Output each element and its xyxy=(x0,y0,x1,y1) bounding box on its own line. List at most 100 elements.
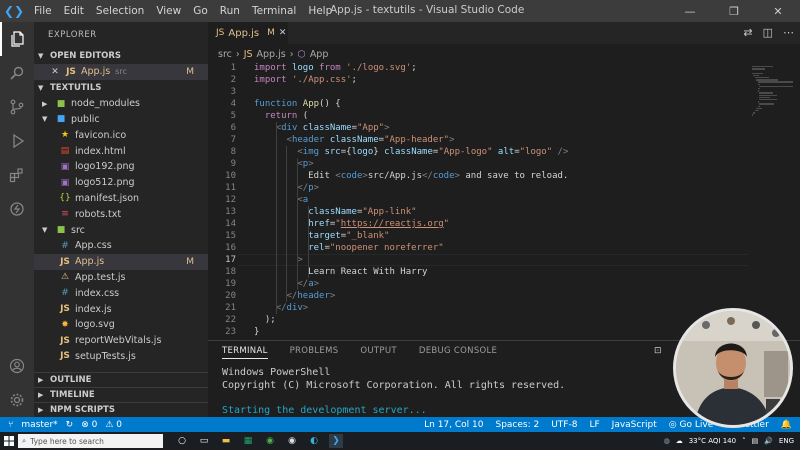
file-item[interactable]: ▣ logo512.png xyxy=(34,175,208,191)
file-explorer-icon[interactable]: ▬ xyxy=(219,434,233,448)
file-item[interactable]: ★ favicon.ico xyxy=(34,127,208,143)
volume-icon[interactable]: 🔊 xyxy=(764,437,773,445)
menu-terminal[interactable]: Terminal xyxy=(246,5,302,17)
timeline-section[interactable]: ▶ TIMELINE xyxy=(34,387,208,402)
account-icon[interactable] xyxy=(0,349,34,383)
code-line[interactable]: Edit <code>src/App.js</code> and save to… xyxy=(254,171,568,181)
indentation[interactable]: Spaces: 2 xyxy=(495,420,539,430)
tab-output[interactable]: OUTPUT xyxy=(360,346,396,358)
windows-start-icon[interactable] xyxy=(0,432,18,450)
breadcrumb-folder[interactable]: src xyxy=(218,49,232,60)
run-debug-icon[interactable] xyxy=(0,124,34,158)
minimap[interactable] xyxy=(748,62,800,338)
vscode-taskbar-icon[interactable]: ❯ xyxy=(329,434,343,448)
terminal-dropdown-icon[interactable]: ⊡ xyxy=(654,346,662,356)
file-item[interactable]: JS setupTests.js xyxy=(34,349,208,365)
file-item[interactable]: JS reportWebVitals.js xyxy=(34,333,208,349)
open-editor-item[interactable]: ✕ JS App.js src M xyxy=(34,64,208,80)
maximize-button[interactable]: ❐ xyxy=(712,0,756,22)
outline-section[interactable]: ▶ OUTLINE xyxy=(34,372,208,387)
code-line[interactable]: <div className="App"> xyxy=(254,123,390,133)
errors-count[interactable]: ⊗ 0 xyxy=(81,420,97,430)
code-line[interactable]: ); xyxy=(254,315,276,325)
tab-terminal[interactable]: TERMINAL xyxy=(222,346,268,359)
extensions-icon[interactable] xyxy=(0,158,34,192)
tray-chevron-icon[interactable]: ˄ xyxy=(742,437,746,445)
input-language[interactable]: ENG xyxy=(779,437,794,445)
menu-selection[interactable]: Selection xyxy=(90,5,150,17)
file-item[interactable]: {} manifest.json xyxy=(34,191,208,207)
menu-view[interactable]: View xyxy=(150,5,187,17)
tab-problems[interactable]: PROBLEMS xyxy=(290,346,339,358)
tab-app-js[interactable]: JS App.js M ✕ xyxy=(208,22,288,44)
file-item[interactable]: ✸ logo.svg xyxy=(34,317,208,333)
project-section[interactable]: ▼ TEXTUTILS xyxy=(34,80,208,96)
code-line[interactable]: </header> xyxy=(254,291,336,301)
file-item[interactable]: JS App.js M xyxy=(34,253,208,270)
code-line[interactable]: Learn React With Harry xyxy=(254,267,427,277)
file-item[interactable]: ⚠ App.test.js xyxy=(34,270,208,286)
menu-run[interactable]: Run xyxy=(214,5,246,17)
code-line[interactable]: href="https://reactjs.org" xyxy=(254,219,449,229)
close-icon[interactable]: ✕ xyxy=(48,67,62,77)
steam-icon[interactable]: ◍ xyxy=(664,437,670,445)
code-line[interactable]: target="_blank" xyxy=(254,231,389,241)
end-of-line[interactable]: LF xyxy=(589,420,599,430)
file-item[interactable]: JS index.js xyxy=(34,301,208,317)
tab-close-icon[interactable]: ✕ xyxy=(279,28,287,38)
code-line[interactable]: > xyxy=(254,255,302,265)
folder-item[interactable]: ▼ ■ public xyxy=(34,112,208,128)
code-editor[interactable]: 1 import logo from './logo.svg'; 2 import '… xyxy=(208,62,748,338)
code-line[interactable]: <p> xyxy=(254,159,313,169)
encoding[interactable]: UTF-8 xyxy=(551,420,577,430)
git-branch[interactable]: master* xyxy=(21,420,57,430)
code-line[interactable]: <a xyxy=(254,195,308,205)
minimize-button[interactable]: — xyxy=(668,0,712,22)
code-line[interactable]: function App() { xyxy=(254,99,341,109)
cursor-position[interactable]: Ln 17, Col 10 xyxy=(424,420,483,430)
breadcrumb-symbol[interactable]: App xyxy=(310,49,329,60)
file-item[interactable]: ≡ robots.txt xyxy=(34,206,208,222)
taskbar-search-input[interactable]: ⌕ Type here to search xyxy=(18,434,163,448)
code-line[interactable]: className="App-link" xyxy=(254,207,416,217)
menu-edit[interactable]: Edit xyxy=(58,5,90,17)
npm-scripts-section[interactable]: ▶ NPM SCRIPTS xyxy=(34,402,208,417)
folder-item[interactable]: ▼ ■ src xyxy=(34,222,208,238)
more-actions-icon[interactable]: ⋯ xyxy=(783,26,794,39)
notifications-bell-icon[interactable]: 🔔 xyxy=(781,420,792,430)
source-control-icon[interactable] xyxy=(0,90,34,124)
code-line[interactable]: import logo from './logo.svg'; xyxy=(254,63,417,73)
code-line[interactable]: return ( xyxy=(254,111,308,121)
chrome-profile-icon[interactable]: ◉ xyxy=(285,434,299,448)
file-item[interactable]: # index.css xyxy=(34,285,208,301)
task-view-windows-icon[interactable]: ▭ xyxy=(197,434,211,448)
tab-debug-console[interactable]: DEBUG CONSOLE xyxy=(419,346,497,358)
excel-icon[interactable]: ▦ xyxy=(241,434,255,448)
menu-go[interactable]: Go xyxy=(187,5,214,17)
menu-file[interactable]: File xyxy=(28,5,58,17)
task-view-icon[interactable]: ○ xyxy=(175,434,189,448)
split-editor-icon[interactable]: ◫ xyxy=(763,26,773,39)
code-line[interactable]: <img src={logo} className="App-logo" alt… xyxy=(254,147,568,157)
folder-item[interactable]: ▶ ■ node_modules xyxy=(34,96,208,112)
open-editors-section[interactable]: ▼ OPEN EDITORS xyxy=(34,48,208,64)
close-window-button[interactable]: ✕ xyxy=(756,0,800,22)
file-item[interactable]: ▤ index.html xyxy=(34,143,208,159)
language-mode[interactable]: JavaScript xyxy=(612,420,657,430)
search-icon[interactable] xyxy=(0,56,34,90)
settings-gear-icon[interactable] xyxy=(0,383,34,417)
compare-changes-icon[interactable]: ⇄ xyxy=(743,26,752,39)
code-line[interactable]: </div> xyxy=(254,303,309,313)
code-line[interactable]: } xyxy=(254,327,259,337)
code-line[interactable]: import './App.css'; xyxy=(254,75,357,85)
weather-status[interactable]: 33°C AQI 140 xyxy=(689,437,736,445)
file-item[interactable]: # App.css xyxy=(34,238,208,254)
code-line[interactable]: rel="noopener noreferrer" xyxy=(254,243,443,253)
sync-icon[interactable]: ↻ xyxy=(66,420,74,430)
remote-explorer-icon[interactable] xyxy=(0,192,34,226)
chrome-icon[interactable]: ◉ xyxy=(263,434,277,448)
warnings-count[interactable]: ⚠ 0 xyxy=(105,420,122,430)
file-item[interactable]: ▣ logo192.png xyxy=(34,159,208,175)
code-line[interactable]: <header className="App-header"> xyxy=(254,135,455,145)
files-icon[interactable] xyxy=(0,22,34,56)
